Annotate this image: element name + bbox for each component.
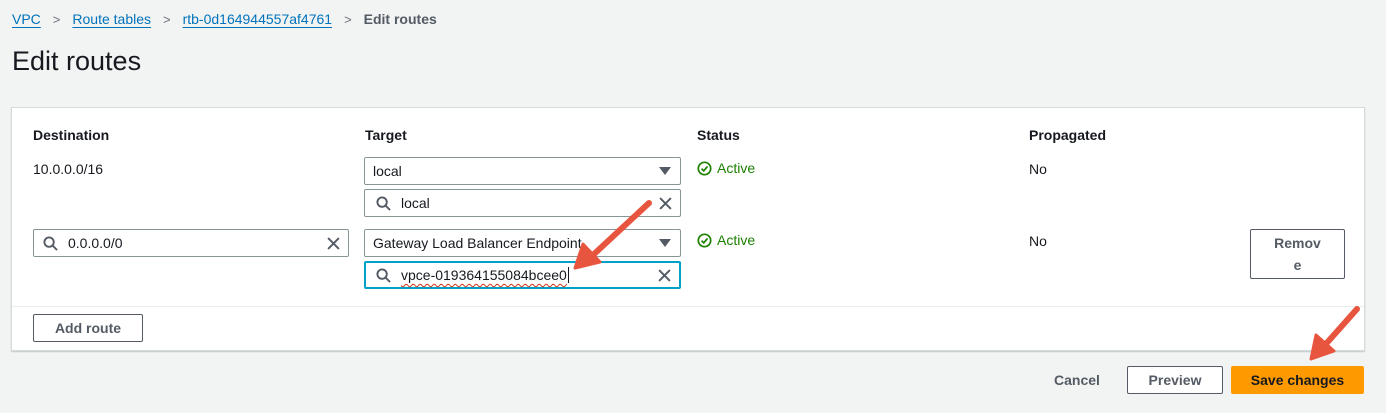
- route-1-status: Active: [697, 160, 755, 176]
- route-2-destination-input[interactable]: 0.0.0.0/0: [33, 229, 349, 257]
- search-icon: [38, 235, 62, 251]
- route-1-target-select[interactable]: local: [364, 157, 681, 185]
- route-1-target-search-value: local: [401, 195, 430, 211]
- header-target: Target: [365, 127, 407, 143]
- header-destination: Destination: [33, 127, 110, 143]
- route-1-destination: 10.0.0.0/16: [33, 161, 104, 177]
- add-route-button[interactable]: Add route: [33, 314, 143, 342]
- route-2-target-select-value: Gateway Load Balancer Endpoint: [373, 235, 582, 251]
- route-2-target-select[interactable]: Gateway Load Balancer Endpoint: [364, 229, 681, 257]
- clear-icon[interactable]: [318, 236, 348, 250]
- remove-route-button[interactable]: Remov e: [1250, 229, 1345, 279]
- breadcrumb-route-tables[interactable]: Route tables: [72, 11, 151, 27]
- breadcrumb-separator: >: [52, 11, 61, 27]
- route-1-status-text: Active: [717, 160, 756, 176]
- route-2-target-search[interactable]: vpce-019364155084bcee0: [364, 261, 681, 289]
- route-2-target-search-value: vpce-019364155084bcee0: [395, 267, 649, 283]
- breadcrumb-separator: >: [163, 11, 171, 27]
- preview-button[interactable]: Preview: [1127, 366, 1223, 394]
- cancel-button[interactable]: Cancel: [1054, 372, 1100, 388]
- header-status: Status: [697, 127, 740, 143]
- status-success-icon: [697, 232, 712, 248]
- caret-down-icon: [650, 167, 680, 175]
- route-1-propagated: No: [1029, 161, 1047, 177]
- breadcrumb: VPC > Route tables > rtb-0d164944557af47…: [12, 11, 437, 27]
- breadcrumb-current: Edit routes: [363, 11, 437, 27]
- remove-route-label-line1: Remov: [1274, 235, 1321, 251]
- save-changes-button[interactable]: Save changes: [1231, 366, 1364, 394]
- remove-route-label-line2: e: [1293, 257, 1302, 273]
- route-2-propagated: No: [1029, 233, 1047, 249]
- route-2-status-text: Active: [717, 232, 756, 248]
- clear-icon[interactable]: [649, 268, 679, 282]
- breadcrumb-route-table-id[interactable]: rtb-0d164944557af4761: [183, 11, 332, 27]
- search-icon: [371, 195, 395, 211]
- route-1-target-select-value: local: [373, 163, 402, 179]
- clear-icon[interactable]: [650, 196, 680, 210]
- header-propagated: Propagated: [1029, 127, 1107, 143]
- breadcrumb-separator: >: [344, 11, 352, 27]
- breadcrumb-vpc[interactable]: VPC: [12, 11, 41, 27]
- status-success-icon: [697, 160, 712, 176]
- caret-down-icon: [650, 239, 680, 247]
- page-title: Edit routes: [12, 46, 142, 76]
- routes-panel: Destination Target Status Propagated 10.…: [11, 107, 1365, 351]
- route-2-status: Active: [697, 232, 755, 248]
- route-2-destination-value: 0.0.0.0/0: [68, 235, 123, 251]
- route-1-target-search[interactable]: local: [364, 189, 681, 217]
- route-2-target-search-text: vpce-019364155084bcee0: [401, 267, 567, 283]
- panel-divider: [12, 306, 1364, 307]
- search-icon: [371, 267, 395, 283]
